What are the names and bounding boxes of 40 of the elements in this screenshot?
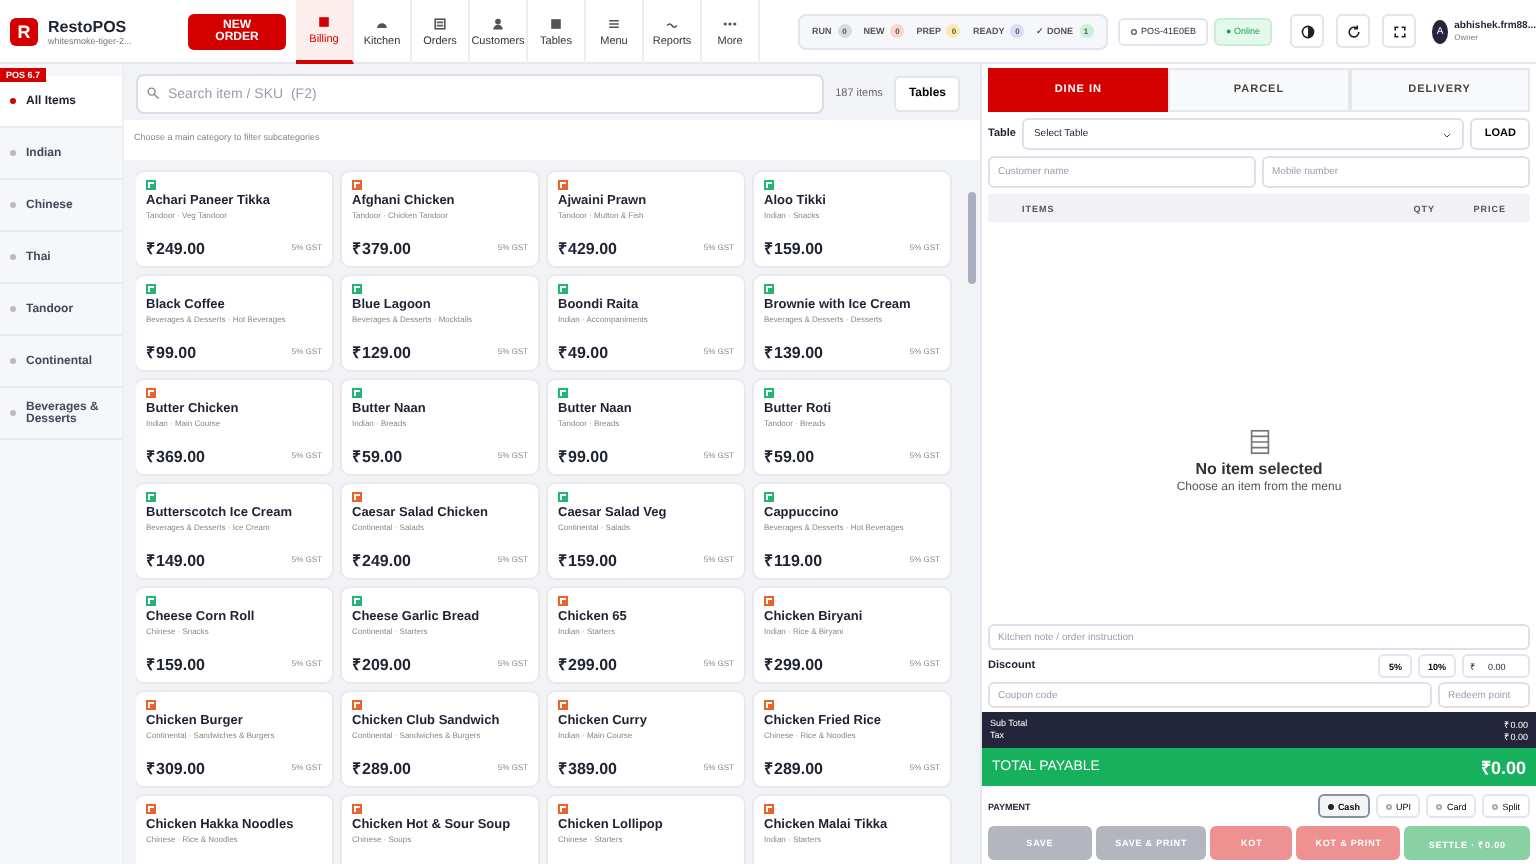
item-price: ₹149.00	[146, 550, 205, 570]
item-price: ₹289.00	[352, 758, 411, 778]
item-price: ₹309.00	[146, 758, 205, 778]
item-price: ₹369.00	[146, 446, 205, 466]
app-logo: R	[10, 17, 38, 45]
item-price: ₹209.00	[352, 654, 411, 674]
empty-title: No item selected	[1195, 459, 1323, 477]
item-price: ₹129.00	[352, 342, 411, 362]
item-price: ₹299.00	[558, 654, 617, 674]
brand-name: RestoPOS	[48, 17, 129, 35]
refresh-button[interactable]	[1336, 14, 1370, 48]
person-icon	[490, 15, 506, 31]
fullscreen-icon	[1391, 23, 1407, 39]
refresh-icon	[1345, 23, 1361, 39]
fullscreen-button[interactable]	[1382, 14, 1416, 48]
contrast-icon	[1299, 23, 1315, 39]
item-price: ₹379.00	[352, 238, 411, 258]
item-price: ₹249.00	[352, 550, 411, 570]
list-icon	[606, 15, 622, 31]
item-price: ₹389.00	[558, 758, 617, 778]
item-price: ₹119.00	[764, 550, 823, 570]
item-price: ₹139.00	[764, 342, 823, 362]
item-price: ₹159.00	[558, 550, 617, 570]
theme-toggle-button[interactable]	[1290, 14, 1324, 48]
terminal-icon	[1129, 27, 1137, 35]
total-value: ₹0.00	[1480, 756, 1526, 780]
item-price: ₹59.00	[764, 446, 815, 466]
item-price: ₹429.00	[558, 238, 617, 258]
list-box-icon	[432, 15, 448, 31]
item-price: ₹59.00	[352, 446, 403, 466]
item-price: ₹159.00	[764, 238, 823, 258]
item-price: ₹49.00	[558, 342, 609, 362]
item-price: ₹159.00	[146, 654, 205, 674]
scrollbar-thumb[interactable]	[968, 192, 976, 284]
item-price: ₹99.00	[146, 342, 197, 362]
item-price: ₹249.00	[146, 238, 205, 258]
empty-list-icon	[1245, 427, 1273, 455]
item-price: ₹289.00	[764, 758, 823, 778]
item-price: ₹299.00	[764, 654, 823, 674]
item-price: ₹99.00	[558, 446, 609, 466]
